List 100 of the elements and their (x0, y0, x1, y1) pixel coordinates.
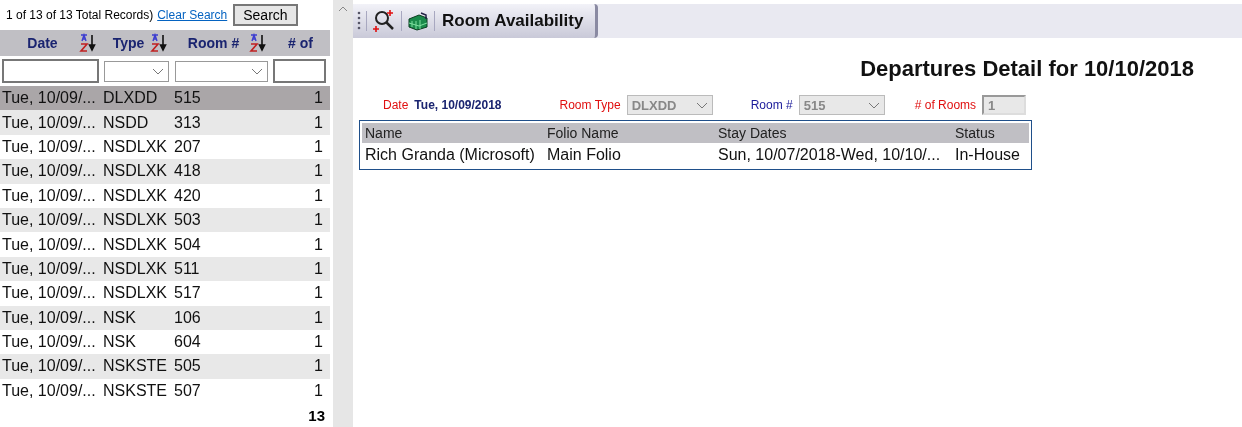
clear-search-link[interactable]: Clear Search (157, 8, 228, 22)
sort-az-icon[interactable] (249, 33, 267, 53)
date-cell-text: Tue, 10/09/... (1, 137, 97, 156)
room-cell-text: 504 (173, 235, 202, 254)
date-cell-text: Tue, 10/09/... (1, 357, 97, 376)
table-cell-text: In-House (954, 146, 1021, 164)
date-cell-text: Tue, 10/09/... (1, 186, 97, 205)
table-cell-text: Rich Granda (Microsoft) (364, 146, 536, 164)
dropdown-icon (867, 101, 880, 109)
type-cell-text: NSDLXK (102, 259, 169, 278)
list-row[interactable]: Tue, 10/09/... NSDLXK 503 1 (0, 207, 330, 233)
search-button[interactable]: Search (233, 4, 298, 26)
column-header[interactable]: Type (107, 35, 150, 51)
column-header: Stay Dates (717, 125, 788, 141)
sort-az-icon[interactable] (150, 33, 168, 53)
column-header: Name (364, 125, 404, 141)
count-cell-text: 1 (313, 137, 324, 156)
list-row[interactable]: Tue, 10/09/... NSK 604 1 (0, 329, 330, 355)
date-value: Tue, 10/09/2018 (414, 98, 502, 112)
count-cell-text: 1 (313, 186, 324, 205)
grip-icon[interactable] (357, 11, 361, 31)
date-cell-text: Tue, 10/09/... (1, 235, 97, 254)
scroll-up-icon[interactable] (338, 6, 348, 12)
list-row[interactable]: Tue, 10/09/... NSDLXK 517 1 (0, 281, 330, 306)
scrollbar[interactable] (333, 0, 353, 427)
type-cell-text: NSK (102, 333, 137, 352)
type-cell-text: NSKSTE (102, 381, 168, 400)
zoom-in-icon[interactable] (372, 9, 396, 33)
count-cell-text: 1 (313, 333, 324, 352)
grid-icon[interactable] (407, 11, 429, 31)
date-cell-text: Tue, 10/09/... (1, 381, 97, 400)
count-cell-text: 1 (313, 308, 324, 327)
list-row[interactable]: Tue, 10/09/... NSDLXK 418 1 (0, 159, 330, 184)
count-cell-text: 1 (313, 259, 324, 278)
room-cell-text: 515 (173, 89, 202, 108)
dropdown-icon (152, 67, 164, 75)
type-cell-text: NSKSTE (102, 357, 168, 376)
date-label: Date (383, 98, 409, 112)
date-cell-text: Tue, 10/09/... (1, 113, 97, 132)
date-cell-text: Tue, 10/09/... (1, 333, 97, 352)
column-header: Status (954, 125, 996, 141)
page-title: Departures Detail for 10/10/2018 (859, 55, 1195, 82)
filter-dropdown[interactable] (104, 60, 169, 82)
column-header[interactable]: Room # (178, 35, 249, 51)
total-count: 13 (308, 406, 326, 425)
type-cell-text: NSDLXK (102, 284, 169, 303)
table-cell-text: Sun, 10/07/2018-Wed, 10/10/... (717, 146, 942, 164)
column-header[interactable]: Date (6, 35, 79, 51)
count-cell-text: 1 (313, 357, 324, 376)
count-cell-text: 1 (313, 89, 324, 108)
type-cell-text: NSK (102, 308, 137, 327)
room-availability-button[interactable]: Room Availability (440, 11, 586, 31)
list-row[interactable]: Tue, 10/09/... NSKSTE 507 1 (0, 378, 330, 404)
room-cell-text: 418 (173, 162, 202, 181)
count-cell-text: 1 (313, 284, 324, 303)
room-cell-text: 505 (173, 357, 202, 376)
type-cell-text: NSDLXK (102, 186, 169, 205)
type-cell-text: DLXDD (102, 89, 159, 108)
list-row[interactable]: Tue, 10/09/... NSDLXK 420 1 (0, 183, 330, 208)
record-count: 1 of 13 of 13 Total Records) (6, 8, 154, 22)
type-cell-text: NSDLXK (102, 162, 169, 181)
date-cell-text: Tue, 10/09/... (1, 284, 97, 303)
date-cell-text: Tue, 10/09/... (1, 89, 97, 108)
room-cell-text: 517 (173, 284, 202, 303)
sort-az-icon[interactable] (79, 33, 97, 53)
type-cell-text: NSDLXK (102, 211, 169, 230)
date-cell-text: Tue, 10/09/... (1, 162, 97, 181)
room-cell-text: 511 (173, 259, 201, 278)
room-cell-text: 313 (173, 113, 202, 132)
dropdown-icon (251, 67, 263, 75)
filter-dropdown[interactable] (175, 60, 268, 82)
room-cell-text: 420 (173, 186, 202, 205)
count-cell-text: 1 (313, 162, 324, 181)
count-cell-text: 1 (313, 235, 324, 254)
type-cell-text: NSDLXK (102, 137, 169, 156)
list-row[interactable]: Tue, 10/09/... NSDD 313 1 (0, 110, 330, 135)
filter-field[interactable] (2, 59, 99, 83)
rooms-label: # of Rooms (914, 98, 977, 112)
count-cell-text: 1 (313, 381, 324, 400)
room-type-label: Room Type (559, 98, 621, 112)
list-row[interactable]: Tue, 10/09/... NSDLXK 504 1 (0, 232, 330, 257)
date-cell-text: Tue, 10/09/... (1, 308, 97, 327)
column-header: Folio Name (546, 125, 620, 141)
list-row[interactable]: Tue, 10/09/... NSKSTE 505 1 (0, 354, 330, 379)
type-cell-text: NSDD (102, 113, 150, 132)
list-row[interactable]: Tue, 10/09/... NSK 106 1 (0, 305, 330, 330)
filter-field[interactable] (273, 59, 326, 83)
list-row[interactable]: Tue, 10/09/... NSDLXK 207 1 (0, 134, 330, 160)
column-header[interactable]: # of (277, 35, 324, 51)
room-cell-text: 507 (173, 381, 202, 400)
list-row[interactable]: Tue, 10/09/... NSDLXK 511 1 (0, 256, 330, 282)
room-label: Room # (750, 98, 793, 112)
room-cell-text: 106 (173, 308, 202, 327)
dropdown-icon (695, 101, 708, 109)
room-cell-text: 207 (173, 137, 202, 156)
date-cell-text: Tue, 10/09/... (1, 259, 97, 278)
list-row[interactable]: Tue, 10/09/... DLXDD 515 1 (0, 86, 330, 111)
room-cell-text: 503 (173, 211, 202, 230)
date-cell-text: Tue, 10/09/... (1, 211, 97, 230)
count-cell-text: 1 (313, 211, 324, 230)
